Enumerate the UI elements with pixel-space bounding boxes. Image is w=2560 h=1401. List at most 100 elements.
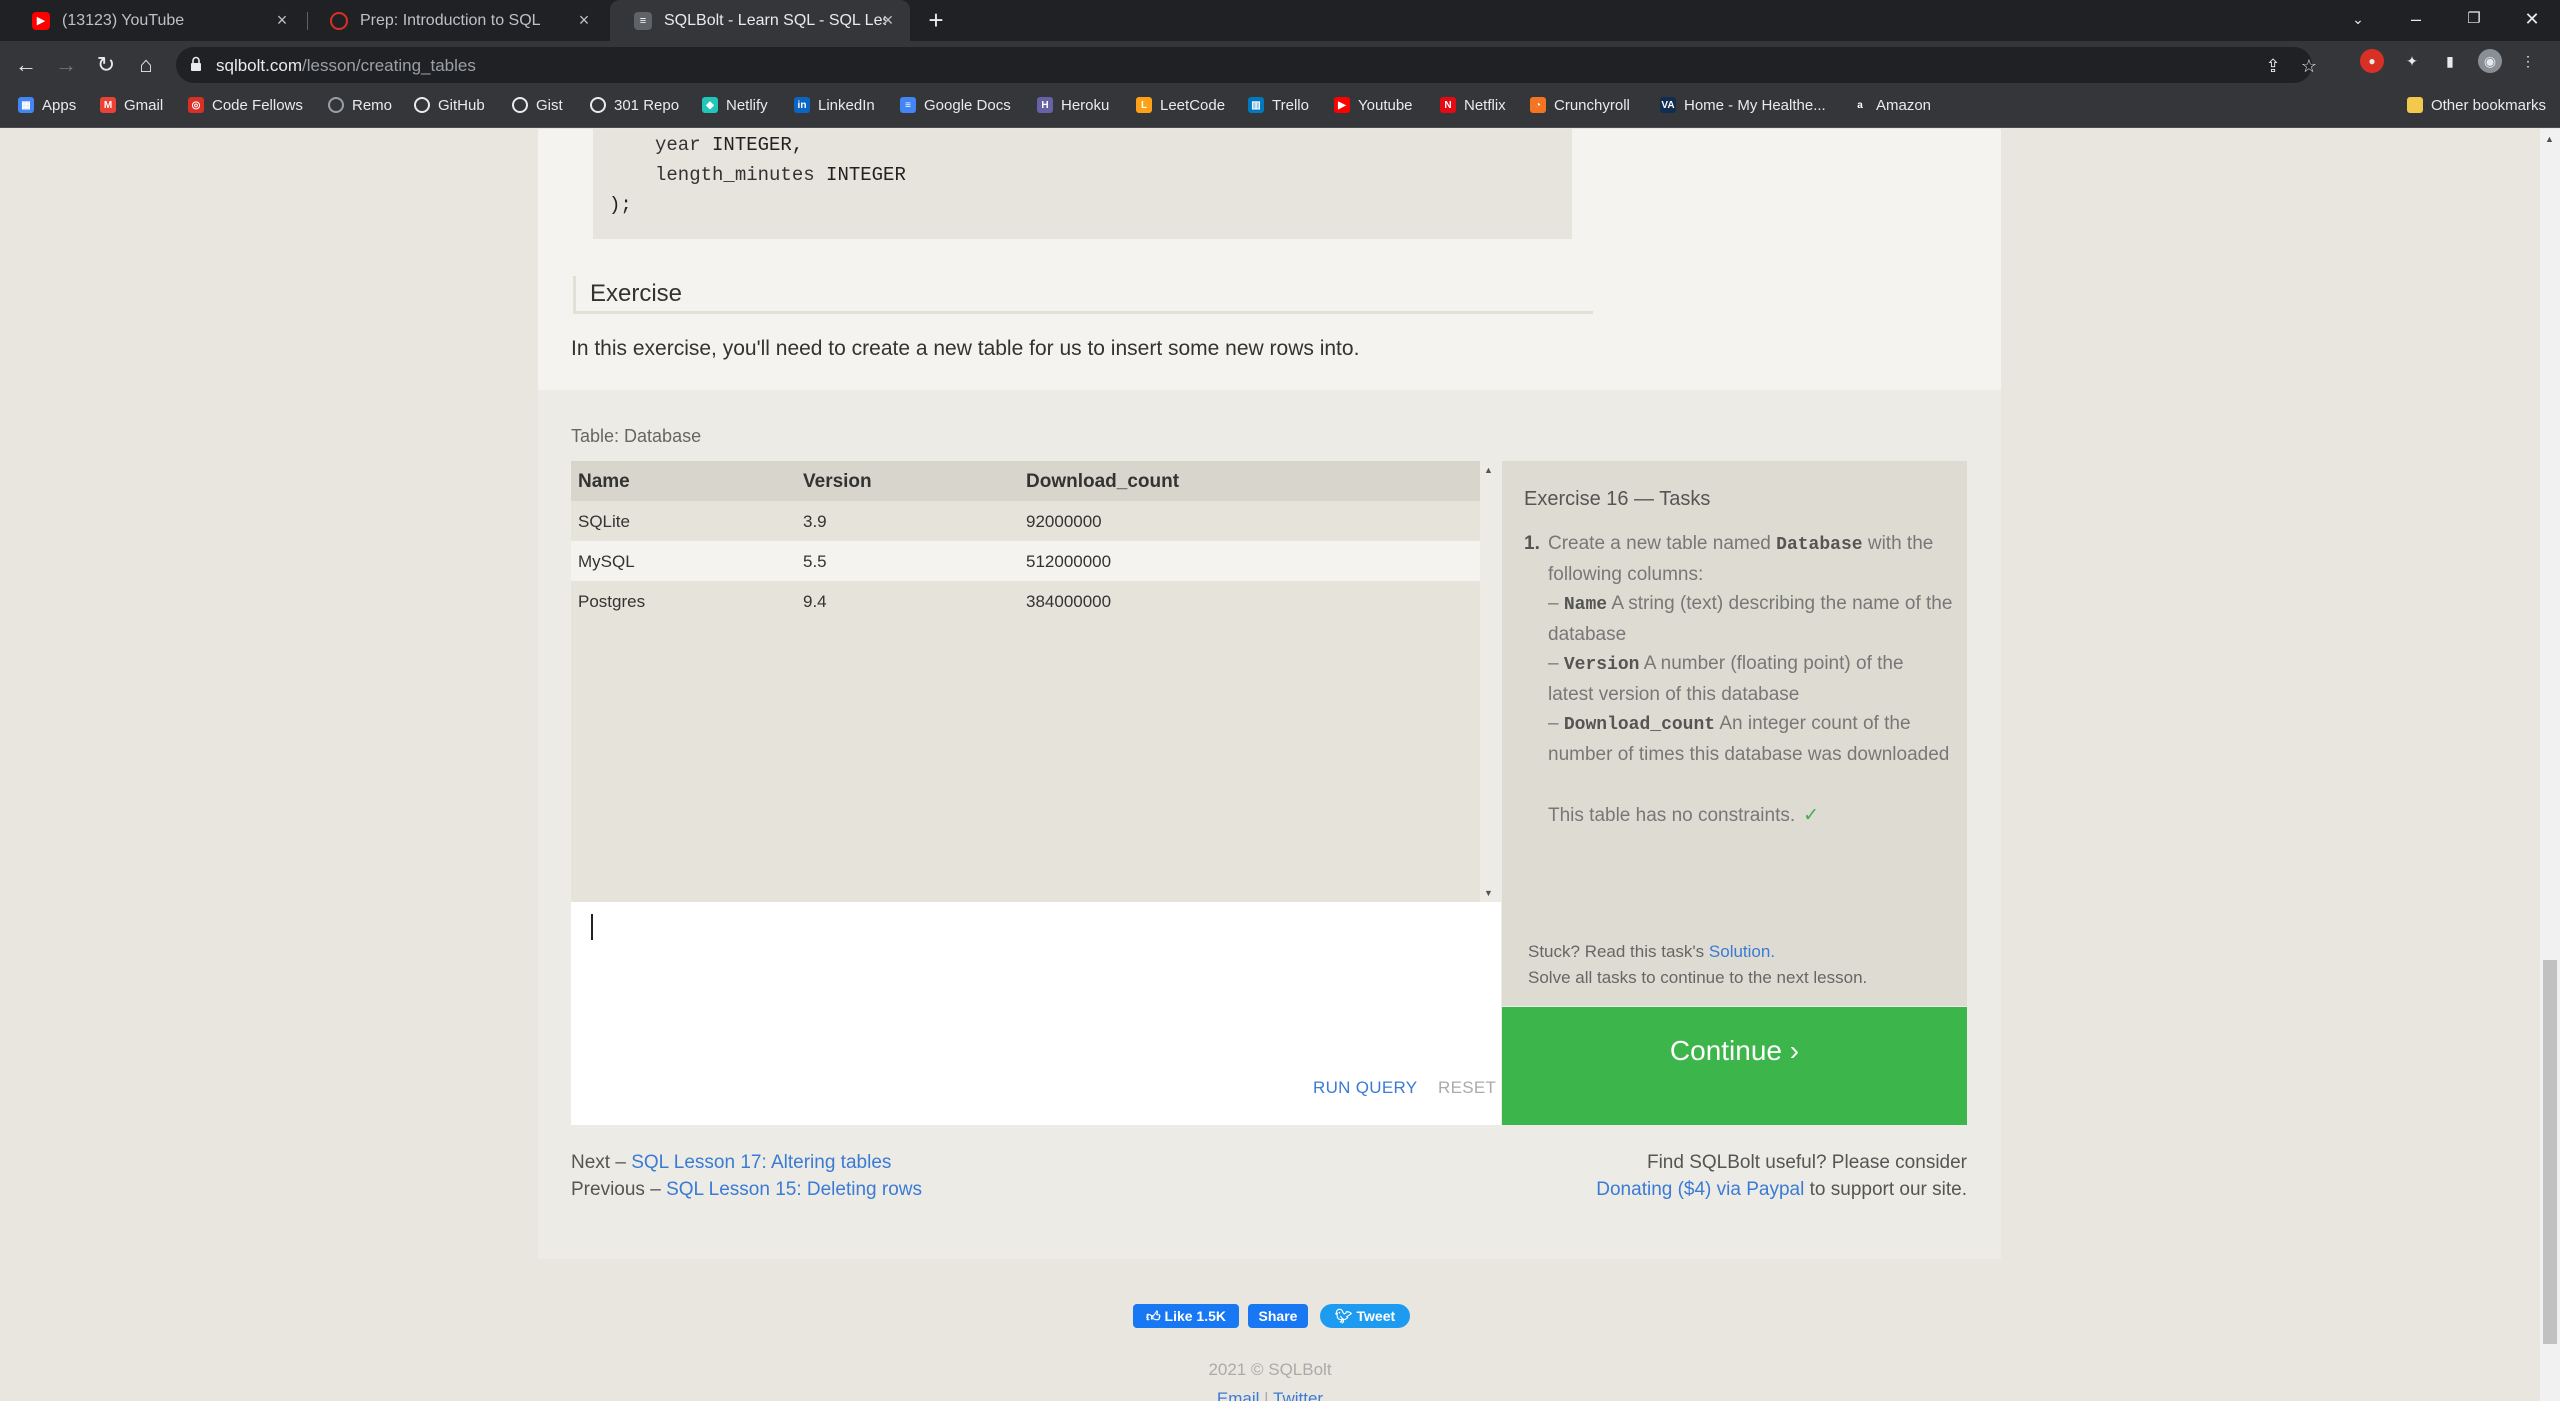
tab-title: (13123) YouTube bbox=[62, 11, 185, 29]
scroll-down-icon[interactable]: ▼ bbox=[1484, 888, 1493, 898]
remo-icon bbox=[328, 97, 344, 113]
minimize-button[interactable]: – bbox=[2388, 0, 2444, 41]
tweet-button[interactable]: 🐦︎ Tweet bbox=[1320, 1304, 1410, 1328]
task-column-desc: A string (text) describing the name of t… bbox=[1548, 593, 1953, 645]
scrollbar-thumb[interactable] bbox=[2543, 960, 2557, 1344]
close-icon[interactable]: × bbox=[272, 10, 292, 30]
sql-query-input[interactable] bbox=[585, 910, 1485, 1060]
like-label: Like 1.5K bbox=[1164, 1308, 1226, 1324]
new-tab-button[interactable]: + bbox=[922, 6, 950, 34]
bookmark-label: Other bookmarks bbox=[2430, 96, 2546, 114]
task-text: Create a new table named bbox=[1548, 533, 1771, 554]
bookmark-301-repo[interactable]: 301 Repo bbox=[590, 89, 679, 121]
bookmark-netlify[interactable]: ◆ Netlify bbox=[702, 89, 768, 121]
close-icon[interactable]: × bbox=[574, 10, 594, 30]
crunchyroll-icon: ◔ bbox=[1530, 97, 1546, 113]
table-scrollbar[interactable]: ▲ ▼ bbox=[1480, 461, 1498, 902]
restore-button[interactable]: ❐ bbox=[2446, 0, 2502, 41]
next-lesson-link[interactable]: SQL Lesson 17: Altering tables bbox=[631, 1152, 891, 1173]
tab-title: SQLBolt - Learn SQL - SQL Lesso bbox=[664, 11, 886, 29]
browser-toolbar: ← → ↻ ⌂ sqlbolt.com/lesson/creating_tabl… bbox=[0, 41, 2560, 89]
table-header: Name Version Download_count bbox=[571, 461, 1480, 501]
bookmark-google-docs[interactable]: ≡ Google Docs bbox=[900, 89, 1011, 121]
bookmark-gist[interactable]: Gist bbox=[512, 89, 563, 121]
sidebar-icon[interactable]: ▮ bbox=[2438, 49, 2462, 73]
tab-sqlbolt[interactable]: ≡ SQLBolt - Learn SQL - SQL Lesso × bbox=[610, 0, 910, 41]
bookmark-heroku[interactable]: H Heroku bbox=[1037, 89, 1109, 121]
bookmark-remo[interactable]: Remo bbox=[328, 89, 392, 121]
bookmark-amazon[interactable]: a Amazon bbox=[1852, 89, 1931, 121]
table-row: MySQL 5.5 512000000 bbox=[571, 541, 1480, 581]
table-cell: 3.9 bbox=[803, 512, 827, 531]
leetcode-icon: L bbox=[1136, 97, 1152, 113]
email-link[interactable]: Email bbox=[1217, 1389, 1260, 1401]
exercise-intro: In this exercise, you'll need to create … bbox=[571, 337, 1360, 360]
donate-link[interactable]: Donating ($4) via Paypal bbox=[1596, 1179, 1804, 1200]
solution-link[interactable]: Solution. bbox=[1709, 942, 1775, 961]
home-icon[interactable]: ⌂ bbox=[132, 51, 160, 79]
code-block: year INTEGER, length_minutes INTEGER ); bbox=[593, 129, 1572, 239]
puzzle-icon[interactable]: ✦ bbox=[2400, 49, 2424, 73]
bookmark-netflix[interactable]: N Netflix bbox=[1440, 89, 1506, 121]
continue-button[interactable]: Continue › bbox=[1502, 1007, 1967, 1125]
bookmark-label: Home - My Healthe... bbox=[1684, 96, 1826, 114]
bookmark-home-my-healthe[interactable]: VA Home - My Healthe... bbox=[1660, 89, 1826, 121]
scroll-up-icon[interactable]: ▲ bbox=[1484, 465, 1493, 475]
bookmark-label: 301 Repo bbox=[614, 96, 680, 114]
extension-icon[interactable]: ● bbox=[2360, 49, 2384, 73]
other-bookmarks[interactable]: Other bookmarks bbox=[2406, 89, 2546, 121]
bookmark-trello[interactable]: ▥ Trello bbox=[1248, 89, 1309, 121]
thumbs-up-icon: 👍︎ bbox=[1145, 1308, 1161, 1324]
run-query-button[interactable]: RUN QUERY bbox=[1313, 1078, 1417, 1098]
bookmark-github[interactable]: GitHub bbox=[414, 89, 485, 121]
twitter-link[interactable]: Twitter bbox=[1273, 1389, 1323, 1401]
reload-icon[interactable]: ↻ bbox=[92, 51, 120, 79]
bookmark-youtube[interactable]: ▶ Youtube bbox=[1334, 89, 1413, 121]
youtube-icon: ▶ bbox=[32, 11, 50, 30]
bookmark-leetcode[interactable]: L LeetCode bbox=[1136, 89, 1225, 121]
tab-prep-sql[interactable]: Prep: Introduction to SQL × bbox=[306, 0, 606, 41]
sql-editor[interactable]: RUN QUERY RESET bbox=[571, 902, 1501, 1125]
tab-search-icon[interactable]: ⌄ bbox=[2330, 0, 2386, 41]
menu-icon[interactable]: ⋮ bbox=[2516, 49, 2540, 73]
codefellows-icon: ◎ bbox=[188, 97, 204, 113]
avatar[interactable]: ◉ bbox=[2478, 49, 2502, 73]
text-caret bbox=[591, 914, 593, 940]
forward-arrow-icon[interactable]: → bbox=[52, 51, 80, 79]
task-column-name: Name bbox=[1563, 595, 1608, 615]
table-caption: Table: Database bbox=[571, 426, 702, 446]
bookmark-label: Netflix bbox=[1464, 96, 1506, 114]
netlify-icon: ◆ bbox=[702, 97, 718, 113]
address-bar[interactable]: sqlbolt.com/lesson/creating_tables ⇪ ☆ bbox=[176, 47, 2317, 83]
scroll-up-icon[interactable]: ▲ bbox=[2545, 134, 2555, 144]
share-icon[interactable]: ⇪ bbox=[2262, 55, 2284, 77]
table-cell: MySQL bbox=[578, 552, 635, 571]
bookmark-gmail[interactable]: M Gmail bbox=[100, 89, 163, 121]
donate-suffix: to support our site. bbox=[1809, 1179, 1967, 1200]
tab-youtube[interactable]: ▶ (13123) YouTube × bbox=[8, 0, 304, 41]
constraint-note: This table has no constraints. ✓ bbox=[1548, 804, 1819, 827]
code-line: length_minutes INTEGER bbox=[655, 164, 906, 186]
tab-title: Prep: Introduction to SQL bbox=[360, 11, 541, 29]
facebook-like-button[interactable]: 👍︎ Like 1.5K bbox=[1133, 1304, 1239, 1328]
close-window-button[interactable]: ✕ bbox=[2504, 0, 2560, 41]
bookmark-crunchyroll[interactable]: ◔ Crunchyroll bbox=[1530, 89, 1630, 121]
task-column-name: Download_count bbox=[1563, 715, 1716, 735]
facebook-share-button[interactable]: Share bbox=[1248, 1304, 1308, 1328]
browser-tab-bar: ▶ (13123) YouTube × Prep: Introduction t… bbox=[0, 0, 2560, 41]
bookmark-code-fellows[interactable]: ◎ Code Fellows bbox=[188, 89, 303, 121]
github-icon bbox=[414, 97, 430, 113]
task-number: 1. bbox=[1524, 533, 1540, 554]
bookmark-linkedin[interactable]: in LinkedIn bbox=[794, 89, 875, 121]
close-icon[interactable]: × bbox=[878, 10, 898, 30]
heroku-icon: H bbox=[1037, 97, 1053, 113]
bookmark-label: Amazon bbox=[1876, 96, 1932, 114]
previous-lesson-link[interactable]: SQL Lesson 15: Deleting rows bbox=[666, 1179, 922, 1200]
star-icon[interactable]: ☆ bbox=[2298, 55, 2320, 77]
back-arrow-icon[interactable]: ← bbox=[12, 51, 40, 79]
tasks-title: Exercise 16 — Tasks bbox=[1524, 488, 1711, 510]
bookmarks-bar: Other bookmarks ▦ Apps M Gmail ◎ Code Fellows… bbox=[0, 89, 2560, 128]
task-table-name: Database bbox=[1776, 535, 1863, 555]
bookmark-apps[interactable]: ▦ Apps bbox=[18, 89, 76, 121]
reset-button[interactable]: RESET bbox=[1438, 1078, 1496, 1098]
